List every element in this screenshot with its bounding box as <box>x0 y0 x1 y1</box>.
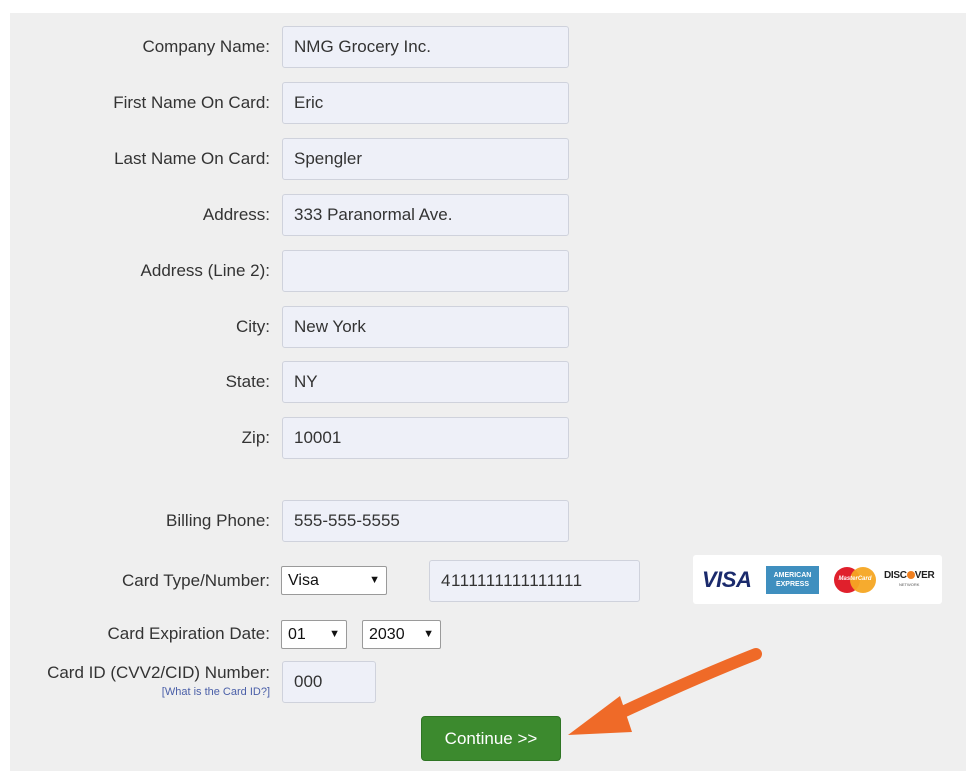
company-name-field[interactable] <box>282 26 569 68</box>
visa-logo: VISA <box>702 567 752 592</box>
city-label: City: <box>236 317 270 336</box>
dropdown-caret-icon: ▼ <box>423 628 434 640</box>
expiration-month-value: 01 <box>288 626 306 643</box>
first-name-label: First Name On Card: <box>113 93 270 112</box>
state-label: State: <box>225 372 270 391</box>
company-name-label: Company Name: <box>142 37 270 56</box>
address-line2-label: Address (Line 2): <box>140 261 270 280</box>
billing-phone-field[interactable] <box>282 500 569 542</box>
discover-logo: DISC VER <box>884 570 935 581</box>
expiration-month-select[interactable]: 01 ▼ <box>281 620 347 649</box>
card-expiration-label: Card Expiration Date: <box>107 624 270 643</box>
discover-network-text: NETWORK <box>899 582 920 587</box>
zip-label: Zip: <box>241 428 270 447</box>
card-type-value: Visa <box>288 572 319 589</box>
card-number-field[interactable] <box>429 560 640 602</box>
card-id-help: [What is the Card ID?] <box>161 686 270 698</box>
dropdown-caret-icon: ▼ <box>369 574 380 586</box>
billing-phone-label: Billing Phone: <box>166 511 270 530</box>
city-field[interactable] <box>282 306 569 348</box>
card-type-select[interactable]: Visa ▼ <box>281 566 387 595</box>
address-label: Address: <box>202 205 270 224</box>
continue-button[interactable]: Continue >> <box>421 716 561 761</box>
amex-logo: AMERICAN EXPRESS <box>766 566 819 594</box>
mastercard-logo: MasterCard <box>832 566 878 594</box>
address-line2-field[interactable] <box>282 250 569 292</box>
address-field[interactable] <box>282 194 569 236</box>
first-name-field[interactable] <box>282 82 569 124</box>
accepted-cards-logos: VISA AMERICAN EXPRESS MasterCard DISC VER… <box>693 555 942 604</box>
what-is-card-id-link[interactable]: What is the Card ID? <box>165 686 267 698</box>
card-id-label: Card ID (CVV2/CID) Number: <box>47 663 270 682</box>
dropdown-caret-icon: ▼ <box>329 628 340 640</box>
card-type-number-label: Card Type/Number: <box>121 571 270 590</box>
expiration-year-value: 2030 <box>369 626 405 643</box>
last-name-field[interactable] <box>282 138 569 180</box>
annotation-arrow-icon <box>568 648 762 735</box>
last-name-label: Last Name On Card: <box>114 149 270 168</box>
card-id-field[interactable] <box>282 661 376 703</box>
expiration-year-select[interactable]: 2030 ▼ <box>362 620 441 649</box>
zip-field[interactable] <box>282 417 569 459</box>
state-field[interactable] <box>282 361 569 403</box>
